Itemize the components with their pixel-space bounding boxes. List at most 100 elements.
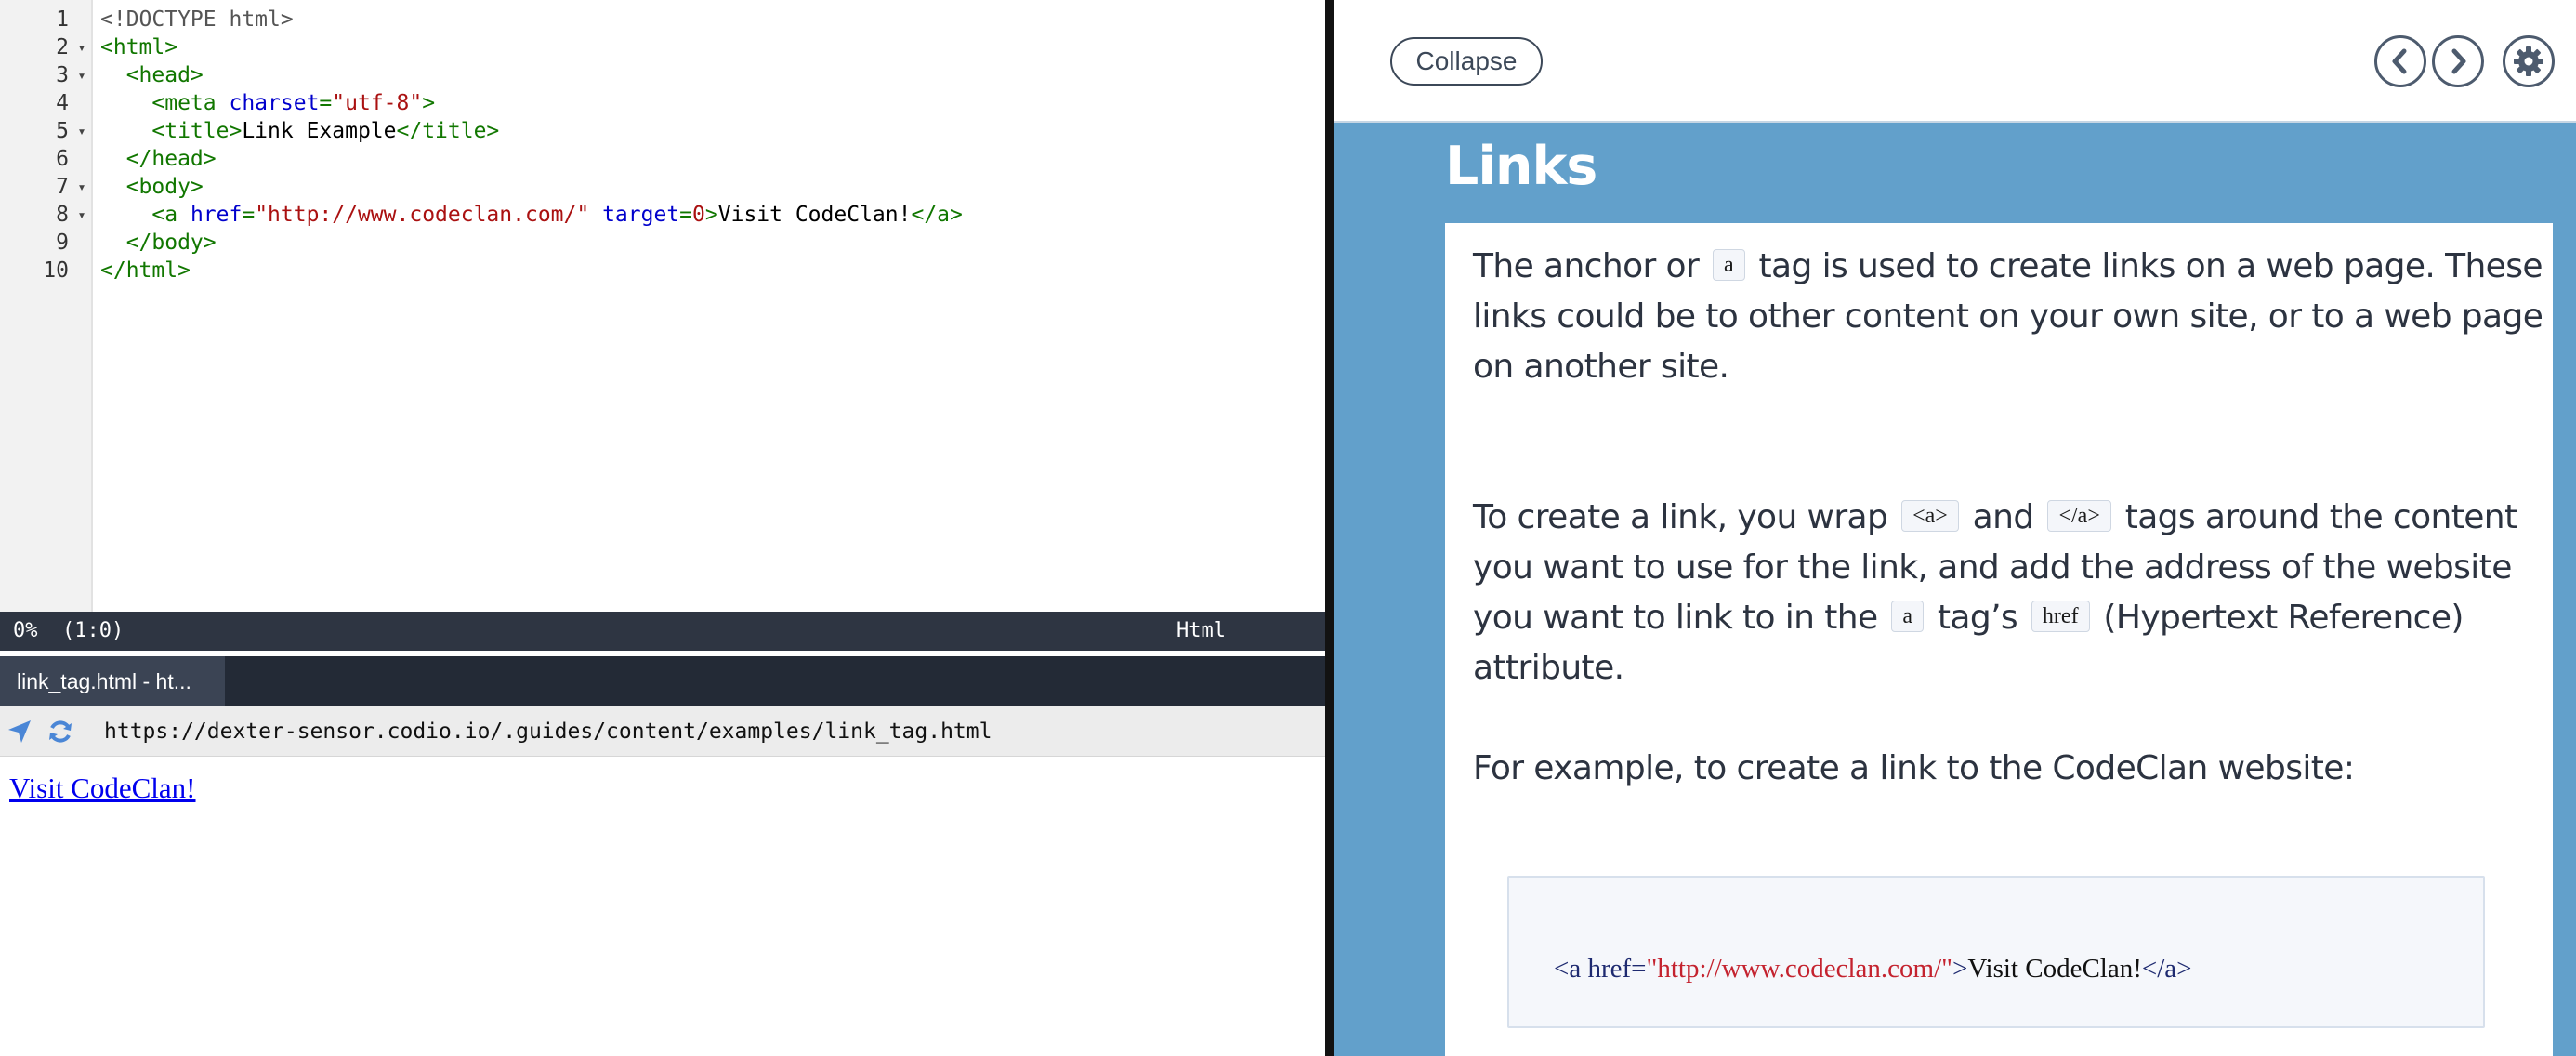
code-token: </body> xyxy=(100,231,217,255)
code-token: Link Example xyxy=(242,119,397,143)
code-line[interactable]: 6 </head> xyxy=(0,145,1325,173)
paragraph-text: and xyxy=(1962,498,2044,536)
code-token: href xyxy=(190,203,243,227)
code-token: "http://www.codeclan.com/" xyxy=(255,203,590,227)
code-line[interactable]: 10 </html> xyxy=(0,257,1325,284)
tab-preview[interactable]: link_tag.html - ht... xyxy=(0,656,225,706)
code-text: </body> xyxy=(100,229,217,257)
paragraph-text: To create a link, you wrap xyxy=(1473,498,1899,536)
code-example-close-tag: </a> xyxy=(2141,954,2192,983)
fold-toggle-icon[interactable]: ▾ xyxy=(74,117,89,145)
paragraph-example: For example, to create a link to the Cod… xyxy=(1473,749,2355,787)
line-number: 4 xyxy=(56,91,69,115)
preview-tab-bar: link_tag.html - ht... xyxy=(0,656,1325,706)
url-input[interactable]: https://dexter-sensor.codio.io/.guides/c… xyxy=(104,706,992,757)
guide-header: Collapse xyxy=(1334,0,2576,123)
navigate-arrow-icon[interactable] xyxy=(6,718,33,746)
line-number: 8 xyxy=(56,203,69,227)
code-token: 0 xyxy=(692,203,705,227)
line-number: 5 xyxy=(56,119,69,143)
fold-toggle-icon[interactable]: ▾ xyxy=(74,61,89,89)
code-text: </head> xyxy=(100,145,217,173)
code-line[interactable]: 2 ▾ <html> xyxy=(0,33,1325,61)
code-token: </html> xyxy=(100,258,191,283)
code-token: charset xyxy=(229,91,320,115)
code-text: <meta charset="utf-8"> xyxy=(100,89,435,117)
code-token: Visit CodeClan! xyxy=(717,203,912,227)
code-text: <title>Link Example</title> xyxy=(100,117,499,145)
code-line[interactable]: 5 ▾ <title>Link Example</title> xyxy=(0,117,1325,145)
code-example-open-tag: <a href= xyxy=(1554,954,1647,983)
code-token: </title> xyxy=(396,119,500,143)
editor-status-bar: 0% (1:0) Html xyxy=(0,612,1325,651)
code-text: <head> xyxy=(100,61,204,89)
code-line[interactable]: 8 ▾ <a href="http://www.codeclan.com/" ta… xyxy=(0,201,1325,229)
code-token: </head> xyxy=(100,147,217,171)
preview-link[interactable]: Visit CodeClan! xyxy=(9,772,196,805)
code-text: <!DOCTYPE html> xyxy=(100,6,294,33)
code-token: = xyxy=(242,203,256,227)
paragraph-intro: The anchor or a tag is used to create li… xyxy=(1473,242,2551,392)
preview-address-bar: https://dexter-sensor.codio.io/.guides/c… xyxy=(0,706,1325,757)
cursor-position: 0% (1:0) xyxy=(13,619,125,642)
inline-code: a xyxy=(1891,601,1924,632)
code-line[interactable]: 3 ▾ <head> xyxy=(0,61,1325,89)
chevron-right-icon xyxy=(2451,48,2466,74)
code-token: <meta xyxy=(100,91,230,115)
code-example-url: "http://www.codeclan.com/" xyxy=(1646,954,1952,983)
line-number: 10 xyxy=(43,258,69,283)
line-number: 6 xyxy=(56,147,69,171)
code-text: </html> xyxy=(100,257,191,284)
code-token: <title> xyxy=(100,119,243,143)
code-line[interactable]: 9 </body> xyxy=(0,229,1325,257)
previous-button[interactable] xyxy=(2374,35,2426,87)
code-token: </a> xyxy=(911,203,963,227)
code-token: <body> xyxy=(100,175,204,199)
code-editor[interactable]: 1 <!DOCTYPE html> 2 ▾ <html> 3 ▾ <head> 4 <meta… xyxy=(0,0,1325,612)
next-button[interactable] xyxy=(2432,35,2484,87)
code-token: "utf-8" xyxy=(332,91,423,115)
guide-title: Links xyxy=(1445,136,1597,197)
inline-code: href xyxy=(2031,601,2090,632)
settings-button[interactable] xyxy=(2503,35,2555,87)
chevron-left-icon xyxy=(2392,48,2407,74)
inline-code: <a> xyxy=(1901,500,1959,532)
left-pane: 1 <!DOCTYPE html> 2 ▾ <html> 3 ▾ <head> 4 <meta… xyxy=(0,0,1325,1056)
paragraph-howto: To create a link, you wrap <a> and </a> … xyxy=(1473,493,2551,693)
inline-code: </a> xyxy=(2047,500,2111,532)
code-token: <a xyxy=(100,203,191,227)
refresh-icon[interactable] xyxy=(46,718,74,746)
language-mode[interactable]: Html xyxy=(1176,612,1226,651)
line-number: 1 xyxy=(56,7,69,32)
code-text: <html> xyxy=(100,33,177,61)
line-number: 9 xyxy=(56,231,69,255)
code-line[interactable]: 7 ▾ <body> xyxy=(0,173,1325,201)
code-token: <head> xyxy=(100,63,204,87)
code-line[interactable]: 4 <meta charset="utf-8"> xyxy=(0,89,1325,117)
paragraph-text: The anchor or xyxy=(1473,247,1710,285)
code-token: <!DOCTYPE html> xyxy=(100,7,294,32)
code-example-bracket: > xyxy=(1952,954,1968,983)
gear-icon xyxy=(2514,46,2543,76)
pane-divider[interactable] xyxy=(1325,0,1334,1056)
code-token: = xyxy=(679,203,693,227)
line-number: 2 xyxy=(56,35,69,59)
fold-toggle-icon[interactable]: ▾ xyxy=(74,33,89,61)
collapse-button[interactable]: Collapse xyxy=(1390,37,1543,86)
guide-content: The anchor or a tag is used to create li… xyxy=(1445,223,2553,1056)
code-token: <html> xyxy=(100,35,178,59)
code-line[interactable]: 1 <!DOCTYPE html> xyxy=(0,6,1325,33)
code-token: > xyxy=(704,203,718,227)
line-number: 3 xyxy=(56,63,69,87)
paragraph-text: tag’s xyxy=(1927,599,2028,637)
code-text: <a href="http://www.codeclan.com/" targe… xyxy=(100,201,963,229)
line-number: 7 xyxy=(56,175,69,199)
code-token: target xyxy=(602,203,680,227)
code-example-line: <a href="http://www.codeclan.com/">Visit… xyxy=(1554,954,2192,984)
fold-toggle-icon[interactable]: ▾ xyxy=(74,201,89,229)
code-example-text: Visit CodeClan! xyxy=(1967,954,2142,983)
fold-toggle-icon[interactable]: ▾ xyxy=(74,173,89,201)
code-token: = xyxy=(319,91,333,115)
code-example-block: <a href="http://www.codeclan.com/">Visit… xyxy=(1507,876,2485,1028)
